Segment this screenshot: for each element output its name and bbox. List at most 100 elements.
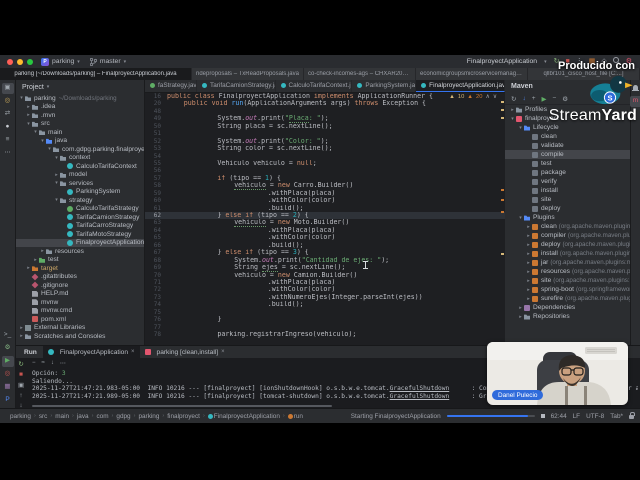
close-icon[interactable]: ×	[131, 349, 135, 355]
maven-tree-item[interactable]: validate	[505, 141, 630, 150]
project-tree-item[interactable]: CalculoTarifaStrategy	[16, 205, 144, 214]
code-line[interactable]: 58 vehiculo = new Carro.Builder()	[145, 182, 505, 190]
code-line[interactable]: 72 .withColor(color)	[145, 286, 505, 293]
breadcrumb-item[interactable]: src	[39, 413, 48, 420]
breadcrumb-item[interactable]: gdpg	[116, 413, 130, 420]
error-stripe[interactable]	[501, 93, 504, 345]
code-line[interactable]: 49 System.out.print("Placa: ");	[145, 115, 505, 123]
code-line[interactable]: 65 .withColor(color)	[145, 234, 505, 241]
code-line[interactable]: 67} else if (tipo == 3) {	[145, 249, 505, 256]
editor-tab[interactable]: faStrategy.java	[145, 80, 198, 92]
project-selector[interactable]: P parking ▾	[41, 57, 80, 66]
prev-problem-icon[interactable]: ∧	[486, 94, 490, 100]
project-tree-item[interactable]: TarifaCamionStrategy	[16, 213, 144, 222]
maven-tree-item[interactable]: ▸ deploy(org.apache.maven.plugins:maven-d…	[505, 240, 630, 249]
run-icon[interactable]: ▶	[1, 356, 14, 367]
project-tree-item[interactable]: CalculoTarifaContext	[16, 162, 144, 171]
code-line[interactable]: 68 System.out.print("Cantidad de ejes: ")…	[145, 256, 505, 265]
project-tree-item[interactable]: ▸ .mvn	[16, 111, 144, 120]
project-tree-item[interactable]: ParkingSystem	[16, 188, 144, 197]
project-tree-item[interactable]: TarifaCarroStrategy	[16, 222, 144, 231]
code-line[interactable]: 50 String placa = sc.nextLine();	[145, 122, 505, 131]
editor-tab[interactable]: TarifaCamionStrategy.java	[197, 80, 276, 92]
console-scrollbar[interactable]	[32, 405, 332, 407]
rerun-icon[interactable]: ↻	[18, 360, 23, 368]
project-icon[interactable]: ▣	[1, 83, 14, 94]
maven-tree-item[interactable]: ▸ Repositories	[505, 312, 630, 321]
maven-tree-item[interactable]: deploy	[505, 204, 630, 213]
breadcrumb-item[interactable]: parking	[138, 413, 159, 420]
stop-icon[interactable]: ■	[19, 371, 23, 378]
maven-tree-item[interactable]: ▸ compiler(org.apache.maven.plugins:maven…	[505, 231, 630, 240]
maven-tree-item[interactable]: install	[505, 186, 630, 195]
inspections-widget[interactable]: ▲ 10 ▲ 20 ∧ ∨	[449, 94, 497, 100]
maven-tree-item[interactable]: ▸ jar(org.apache.maven.plugins:maven-jar-…	[505, 258, 630, 267]
code-line[interactable]: 66 .build();	[145, 242, 505, 249]
code-line[interactable]: 59 .withPlaca(placa)	[145, 190, 505, 197]
indent-style[interactable]: Tab*	[610, 413, 623, 420]
python-icon[interactable]: P	[2, 395, 14, 406]
commit-icon[interactable]: ◎	[2, 96, 14, 107]
file-encoding[interactable]: UTF-8	[586, 413, 604, 420]
project-tree-item[interactable]: ▾ strategy	[16, 196, 144, 205]
caret-position[interactable]: 62:44	[551, 413, 567, 420]
window-tab[interactable]: economicgroupsmicroservicemanagementquer…	[416, 68, 528, 80]
maven-tree-item[interactable]: ▸ spring-boot(org.springframework.boot:sp…	[505, 285, 630, 294]
code-line[interactable]: 69 String ejes = sc.nextLine();	[145, 264, 505, 272]
window-tab[interactable]: co-check-incomes-ags – CHXAR200-arc-test…	[304, 68, 416, 80]
project-tree-item[interactable]: mvnw	[16, 298, 144, 307]
project-tree-item[interactable]: ▾ context	[16, 154, 144, 163]
project-tree-item[interactable]: TarifaMotoStrategy	[16, 230, 144, 239]
code-line[interactable]: 74 .build();	[145, 301, 505, 308]
window-tab[interactable]: parking [~/Downloads/parking] – Finalpro…	[0, 68, 192, 80]
code-line[interactable]: 56	[145, 167, 505, 174]
next-problem-icon[interactable]: ∨	[493, 94, 497, 100]
problems-icon[interactable]: ◎	[2, 369, 14, 380]
run-tab[interactable]: parking [clean,install] ×	[140, 346, 230, 358]
maven-tree-item[interactable]: verify	[505, 177, 630, 186]
plus-icon[interactable]: +	[532, 95, 536, 102]
code-line[interactable]: 78 parking.registrarIngreso(vehiculo);	[145, 331, 505, 339]
restore-layout-icon[interactable]: ▣	[18, 381, 24, 389]
maven-tree-item[interactable]: ▸ surefire(org.apache.maven.plugins:maven…	[505, 294, 630, 303]
maven-tree-item[interactable]: site	[505, 195, 630, 204]
breadcrumb-item[interactable]: com	[96, 413, 108, 420]
project-tree-item[interactable]: ▾ parking ~/Downloads/parking	[16, 94, 144, 103]
code-line[interactable]: 53 String color = sc.nextLine();	[145, 145, 505, 152]
code-line[interactable]: 71 .withPlaca(placa)	[145, 279, 505, 286]
maven-tree-item[interactable]: ▸ clean(org.apache.maven.plugins:maven-cl…	[505, 222, 630, 231]
project-tree-item[interactable]: FinalproyectApplication	[16, 238, 144, 247]
project-tree-item[interactable]: .gitattributes	[16, 273, 144, 282]
maven-tree-item[interactable]: compile	[505, 150, 630, 159]
maven-tree-item[interactable]: ▸ install(org.apache.maven.plugins:maven-…	[505, 249, 630, 258]
code-line[interactable]: 64 .withPlaca(placa)	[145, 227, 505, 234]
minimize-window-button[interactable]	[17, 58, 23, 65]
up-icon[interactable]: ↑	[19, 392, 22, 399]
window-tab[interactable]: rideproposals – TxReadProposals.java	[192, 68, 304, 80]
code-line[interactable]: 51	[145, 130, 505, 137]
code-line[interactable]: 48	[145, 108, 505, 115]
database-icon[interactable]: ▦	[2, 382, 14, 393]
code-line[interactable]: 73 .withNumeroEjes(Integer.parseInt(ejes)…	[145, 294, 505, 301]
code-line[interactable]: 57 if (tipo == 1) {	[145, 175, 505, 182]
editor-tab[interactable]: FinalproyectApplication.java×	[416, 80, 505, 92]
pull-requests-icon[interactable]: ⇄	[2, 109, 14, 120]
project-tree-item[interactable]: ▸ resources	[16, 247, 144, 256]
refresh-icon[interactable]: ↻	[511, 95, 516, 103]
close-window-button[interactable]	[7, 58, 13, 65]
run-tab[interactable]: FinalproyectApplication ×	[42, 346, 140, 358]
project-tree-item[interactable]: mvnw.cmd	[16, 307, 144, 316]
editor-tab[interactable]: ParkingSystem.java	[352, 80, 417, 92]
project-tree-item[interactable]: ▸ model	[16, 171, 144, 180]
project-tree-item[interactable]: ▸ target	[16, 264, 144, 273]
code-line[interactable]: 62} else if (tipo == 2) {	[145, 212, 505, 220]
more-icon[interactable]: ⋯	[2, 148, 14, 159]
code-line[interactable]: 20 public void run(ApplicationArguments a…	[145, 100, 505, 107]
scroll-down-icon[interactable]: ↓	[51, 360, 54, 367]
code-line[interactable]: 60 .withColor(color)	[145, 197, 505, 204]
project-tree-item[interactable]: ▾ services	[16, 179, 144, 188]
download-icon[interactable]: ↓	[522, 95, 525, 102]
code-line[interactable]: 54	[145, 153, 505, 160]
project-tree-item[interactable]: ▾ java	[16, 137, 144, 146]
maven-tree-item[interactable]: ▸ Dependencies	[505, 303, 630, 312]
